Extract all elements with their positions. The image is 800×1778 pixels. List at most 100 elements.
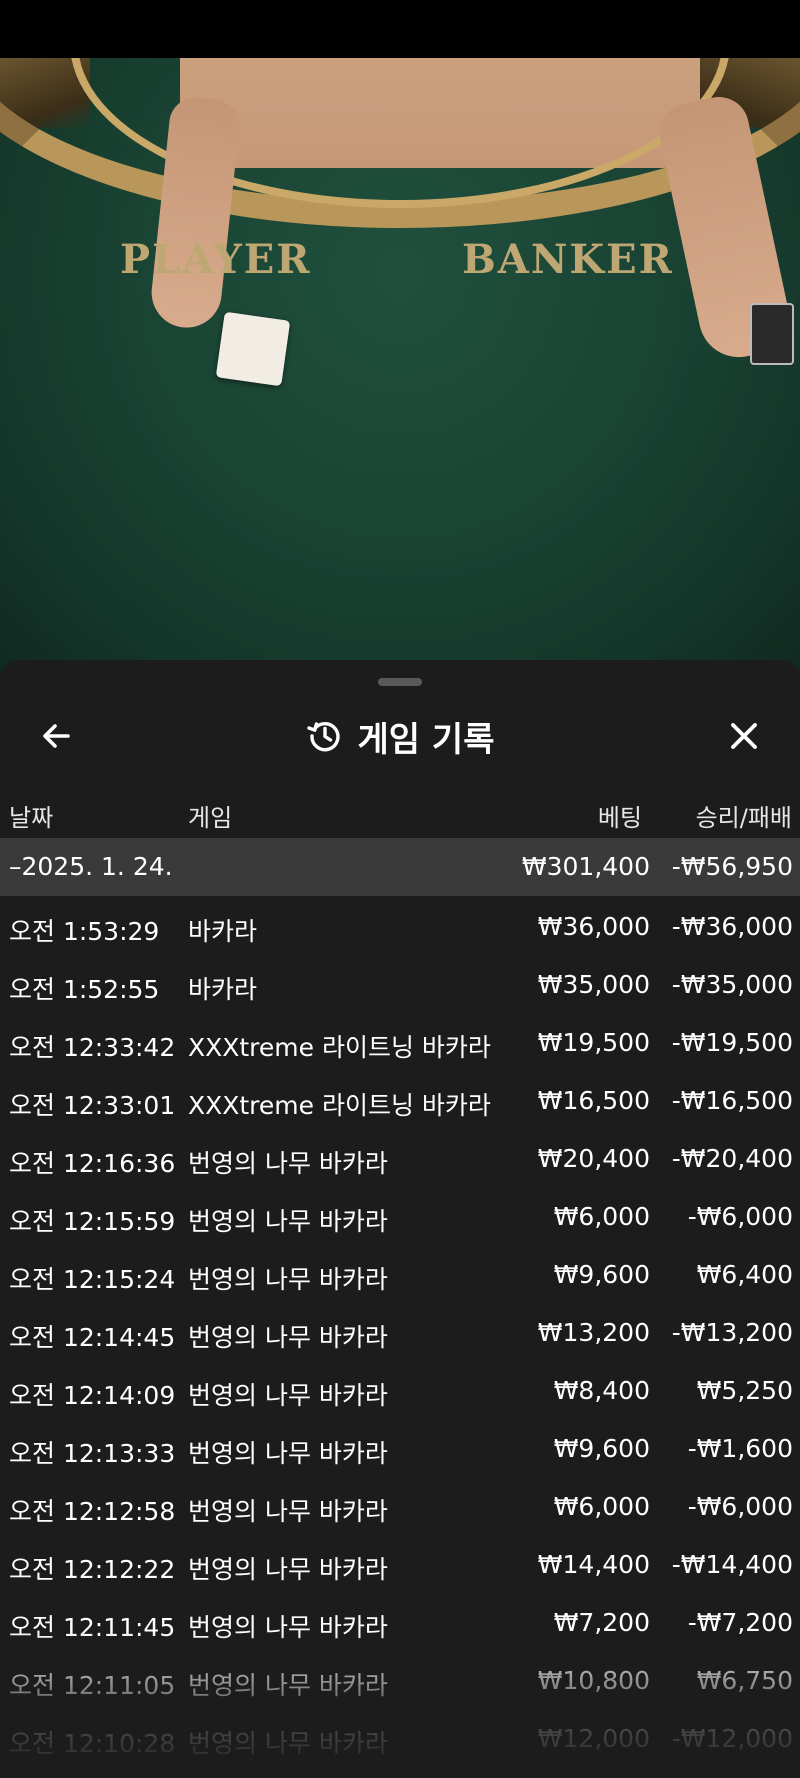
history-row[interactable]: 오전 12:12:22 번영의 나무 바카라 ₩14,400 -₩14,400 — [0, 1534, 800, 1592]
row-win-loss: -₩19,500 — [671, 1028, 793, 1057]
row-bet: ₩6,000 — [553, 1492, 650, 1521]
history-row[interactable]: 오전 12:15:59 번영의 나무 바카라 ₩6,000 -₩6,000 — [0, 1186, 800, 1244]
row-game: 번영의 나무 바카라 — [188, 1671, 388, 1700]
row-bet: ₩7,200 — [553, 1608, 650, 1637]
row-bet: ₩16,500 — [537, 1086, 650, 1115]
row-game: 번영의 나무 바카라 — [188, 1149, 388, 1178]
row-bet: ₩8,400 — [553, 1376, 650, 1405]
status-bar — [0, 0, 800, 58]
back-button[interactable] — [30, 710, 82, 762]
history-row[interactable]: 오전 12:14:09 번영의 나무 바카라 ₩8,400 ₩5,250 — [0, 1360, 800, 1418]
row-bet: ₩12,000 — [537, 1724, 650, 1753]
row-game: 번영의 나무 바카라 — [188, 1265, 388, 1294]
history-icon — [306, 717, 344, 755]
history-row[interactable]: 오전 12:16:36 번영의 나무 바카라 ₩20,400 -₩20,400 — [0, 1128, 800, 1186]
row-bet: ₩35,000 — [537, 970, 650, 999]
row-game: 번영의 나무 바카라 — [188, 1381, 388, 1410]
row-win-loss: -₩20,400 — [671, 1144, 793, 1173]
row-time: 오전 12:13:33 — [9, 1439, 176, 1468]
sheet-title: 게임 기록 — [357, 719, 495, 760]
column-header-bet: 베팅 — [597, 804, 642, 832]
day-summary-win-loss: -₩56,950 — [671, 852, 793, 881]
row-game: 바카라 — [188, 975, 258, 1004]
history-row[interactable]: 오전 12:33:01 XXXtreme 라이트닝 바카라 ₩16,500 -₩16,… — [0, 1070, 800, 1128]
row-time: 오전 1:53:29 — [9, 917, 160, 946]
history-row[interactable]: 오전 12:10:28 번영의 나무 바카라 ₩12,000 -₩12,000 — [0, 1708, 800, 1766]
row-bet: ₩9,600 — [553, 1260, 650, 1289]
column-header-date: 날짜 — [9, 804, 54, 832]
column-header-win-loss: 승리/패배 — [695, 804, 792, 832]
history-row[interactable]: 오전 1:53:29 바카라 ₩36,000 -₩36,000 — [0, 896, 800, 954]
history-row[interactable]: 오전 12:14:45 번영의 나무 바카라 ₩13,200 -₩13,200 — [0, 1302, 800, 1360]
history-row[interactable]: 오전 12:11:45 번영의 나무 바카라 ₩7,200 -₩7,200 — [0, 1592, 800, 1650]
live-video-feed: PLAYER BANKER — [0, 58, 800, 678]
felt-label-banker: BANKER — [462, 236, 674, 283]
day-summary-date: –2025. 1. 24. — [9, 852, 173, 881]
row-game: 번영의 나무 바카라 — [188, 1207, 388, 1236]
row-win-loss: -₩7,200 — [687, 1608, 793, 1637]
close-icon — [731, 723, 757, 749]
row-win-loss: -₩6,000 — [687, 1202, 793, 1231]
column-header-game: 게임 — [188, 804, 233, 832]
row-win-loss: -₩13,200 — [671, 1318, 793, 1347]
row-bet: ₩6,000 — [553, 1202, 650, 1231]
row-game: 번영의 나무 바카라 — [188, 1323, 388, 1352]
history-list: 오전 1:53:29 바카라 ₩36,000 -₩36,000 오전 1:52:55 바… — [0, 896, 800, 1766]
row-win-loss: ₩6,750 — [696, 1666, 793, 1695]
row-game: 번영의 나무 바카라 — [188, 1497, 388, 1526]
game-history-sheet: 게임 기록 날짜 게임 베팅 승리/패배 –2025. 1. 24. ₩301,… — [0, 660, 800, 1778]
row-win-loss: -₩14,400 — [671, 1550, 793, 1579]
row-time: 오전 12:10:28 — [9, 1729, 176, 1758]
row-time: 오전 12:12:58 — [9, 1497, 176, 1526]
row-bet: ₩36,000 — [537, 912, 650, 941]
row-time: 오전 12:15:59 — [9, 1207, 176, 1236]
playing-card — [215, 311, 291, 387]
sheet-drag-handle[interactable] — [378, 678, 422, 686]
row-time: 오전 12:16:36 — [9, 1149, 176, 1178]
felt-label-player: PLAYER — [120, 236, 312, 283]
history-row[interactable]: 오전 12:13:33 번영의 나무 바카라 ₩9,600 -₩1,600 — [0, 1418, 800, 1476]
row-win-loss: -₩1,600 — [687, 1434, 793, 1463]
row-win-loss: -₩16,500 — [671, 1086, 793, 1115]
screen: PLAYER BANKER 게임 기록 날짜 게임 베팅 승리/패배 –2025… — [0, 0, 800, 1778]
row-time: 오전 12:12:22 — [9, 1555, 176, 1584]
row-time: 오전 12:14:45 — [9, 1323, 176, 1352]
row-win-loss: ₩6,400 — [696, 1260, 793, 1289]
sheet-title-group: 게임 기록 — [0, 700, 800, 772]
sheet-header: 게임 기록 — [0, 700, 800, 780]
row-win-loss: ₩5,250 — [696, 1376, 793, 1405]
row-time: 오전 12:14:09 — [9, 1381, 176, 1410]
playing-card-banker — [750, 303, 794, 365]
row-time: 오전 1:52:55 — [9, 975, 160, 1004]
row-time: 오전 12:33:42 — [9, 1033, 176, 1062]
history-row[interactable]: 오전 1:52:55 바카라 ₩35,000 -₩35,000 — [0, 954, 800, 1012]
row-game: 번영의 나무 바카라 — [188, 1613, 388, 1642]
row-game: XXXtreme 라이트닝 바카라 — [188, 1091, 491, 1120]
row-game: 바카라 — [188, 917, 258, 946]
day-summary-row[interactable]: –2025. 1. 24. ₩301,400 -₩56,950 — [0, 838, 800, 896]
row-game: 번영의 나무 바카라 — [188, 1439, 388, 1468]
row-time: 오전 12:11:45 — [9, 1613, 176, 1642]
history-row[interactable]: 오전 12:15:24 번영의 나무 바카라 ₩9,600 ₩6,400 — [0, 1244, 800, 1302]
row-game: XXXtreme 라이트닝 바카라 — [188, 1033, 491, 1062]
close-button[interactable] — [718, 710, 770, 762]
row-time: 오전 12:33:01 — [9, 1091, 176, 1120]
row-time: 오전 12:15:24 — [9, 1265, 176, 1294]
row-win-loss: -₩6,000 — [687, 1492, 793, 1521]
row-win-loss: -₩12,000 — [671, 1724, 793, 1753]
row-bet: ₩9,600 — [553, 1434, 650, 1463]
row-bet: ₩10,800 — [537, 1666, 650, 1695]
row-game: 번영의 나무 바카라 — [188, 1729, 388, 1758]
history-row[interactable]: 오전 12:12:58 번영의 나무 바카라 ₩6,000 -₩6,000 — [0, 1476, 800, 1534]
history-row[interactable]: 오전 12:33:42 XXXtreme 라이트닝 바카라 ₩19,500 -₩19,… — [0, 1012, 800, 1070]
row-bet: ₩14,400 — [537, 1550, 650, 1579]
row-win-loss: -₩35,000 — [671, 970, 793, 999]
history-row[interactable]: 오전 12:11:05 번영의 나무 바카라 ₩10,800 ₩6,750 — [0, 1650, 800, 1708]
row-win-loss: -₩36,000 — [671, 912, 793, 941]
column-header-row: 날짜 게임 베팅 승리/패배 — [0, 790, 800, 834]
row-bet: ₩20,400 — [537, 1144, 650, 1173]
row-bet: ₩19,500 — [537, 1028, 650, 1057]
day-summary-bet: ₩301,400 — [521, 852, 650, 881]
arrow-left-icon — [43, 724, 70, 748]
row-time: 오전 12:11:05 — [9, 1671, 176, 1700]
